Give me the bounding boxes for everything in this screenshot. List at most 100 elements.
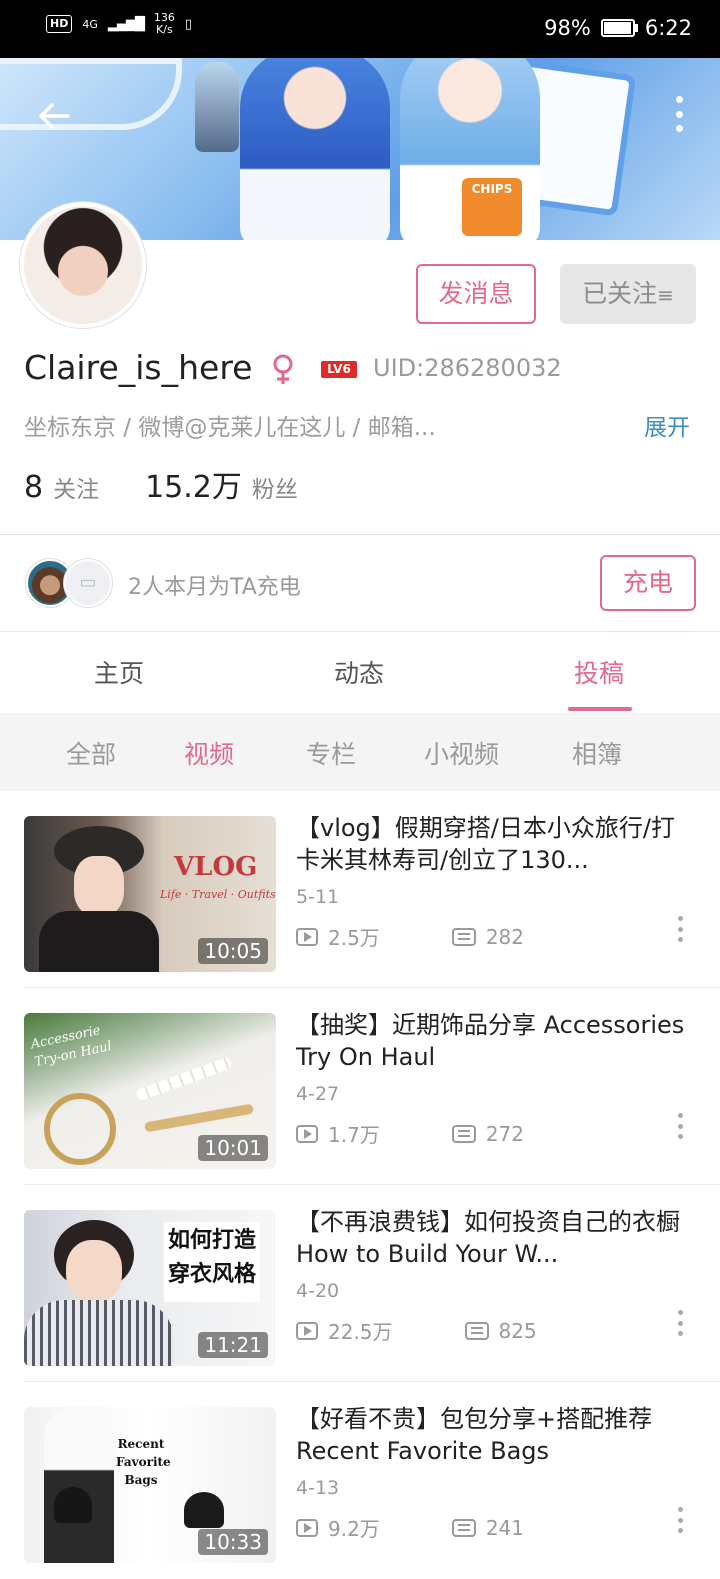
banner-figure — [195, 62, 239, 152]
active-tab-indicator — [568, 707, 632, 711]
divider — [24, 1381, 720, 1382]
followed-button[interactable]: 已关注≡ — [560, 264, 696, 324]
more-options-icon[interactable] — [676, 1113, 684, 1139]
network-type: 4G — [82, 17, 98, 31]
subtab-all[interactable]: 全部 — [66, 735, 116, 771]
banner-chips: CHIPS — [462, 178, 522, 236]
video-thumbnail[interactable]: Accessorie Try-on Haul 10:01 — [24, 1013, 276, 1169]
bilibili-tv-icon[interactable]: ▭ — [64, 559, 112, 607]
followers-label[interactable]: 粉丝 — [252, 470, 298, 504]
danmaku-count: 272 — [485, 1121, 524, 1146]
play-count-icon — [296, 1124, 318, 1143]
danmaku-icon — [451, 927, 476, 946]
battery-icon — [600, 19, 638, 37]
bio: 坐标东京 / 微博@克莱儿在这儿 / 邮箱... — [24, 415, 436, 441]
banner-decoration — [0, 58, 182, 130]
follow-stats: 8 关注 15.2万 粉丝 — [24, 462, 344, 506]
expand-bio-link[interactable]: 展开 — [644, 408, 690, 442]
charge-text[interactable]: 2人本月为TA充电 — [128, 569, 301, 601]
more-options-icon[interactable] — [676, 1507, 684, 1533]
subtab-short-video[interactable]: 小视频 — [424, 735, 499, 771]
view-count: 9.2万 — [328, 1517, 380, 1541]
tab-submissions[interactable]: 投稿 — [574, 654, 624, 690]
back-arrow-icon[interactable] — [34, 96, 78, 136]
send-message-button[interactable]: 发消息 — [416, 264, 536, 324]
subtab-video[interactable]: 视频 — [184, 735, 234, 771]
video-meta: 9.2万 241 — [296, 1513, 524, 1542]
net-speed: 136 K/s — [154, 12, 175, 36]
status-left: HD 4G ▂▄▆█ 136 K/s ▯ — [46, 12, 192, 36]
danmaku-count: 825 — [498, 1318, 537, 1343]
status-bar: HD 4G ▂▄▆█ 136 K/s ▯ 98% 6:22 — [0, 0, 720, 58]
video-date: 4-27 — [296, 1083, 340, 1105]
danmaku-icon — [464, 1321, 489, 1340]
thumb-text: 如何打造穿衣风格 — [168, 1228, 257, 1287]
vibrate-icon: ▯ — [184, 16, 193, 32]
thumb-text: Accessorie Try-on Haul — [29, 1022, 114, 1071]
video-item[interactable]: Recent Favorite Bags 10:33 【好看不贵】包包分享+搭配… — [0, 1383, 720, 1579]
video-date: 5-11 — [296, 886, 340, 908]
video-title[interactable]: 【不再浪费钱】如何投资自己的衣橱 How to Build Your W... — [296, 1206, 696, 1270]
uid: UID:286280032 — [373, 354, 562, 382]
more-options-icon[interactable] — [676, 1310, 684, 1336]
thumb-text: VLOG — [174, 852, 258, 882]
play-count-icon — [296, 1518, 318, 1537]
video-item[interactable]: 如何打造穿衣风格 11:21 【不再浪费钱】如何投资自己的衣橱 How to B… — [0, 1186, 720, 1382]
video-duration: 10:01 — [198, 1135, 268, 1161]
tab-home[interactable]: 主页 — [94, 654, 144, 690]
charge-button[interactable]: 充电 — [600, 555, 696, 611]
video-thumbnail[interactable]: 如何打造穿衣风格 11:21 — [24, 1210, 276, 1366]
more-vertical-icon[interactable] — [674, 96, 684, 132]
menu-icon: ≡ — [657, 283, 674, 307]
video-thumbnail[interactable]: VLOG Life · Travel · Outfits 10:05 — [24, 816, 276, 972]
battery-fill — [603, 22, 632, 34]
profile-tabs: 主页 动态 投稿 — [0, 632, 720, 712]
danmaku-count: 282 — [485, 924, 524, 949]
view-count: 1.7万 — [328, 1123, 380, 1147]
divider — [24, 987, 720, 988]
submission-subtabs: 全部 视频 专栏 小视频 相簿 — [0, 713, 720, 791]
video-duration: 10:05 — [198, 938, 268, 964]
play-count-icon — [296, 927, 318, 946]
video-duration: 10:33 — [198, 1529, 268, 1555]
clock: 6:22 — [644, 16, 692, 40]
view-count: 2.5万 — [328, 926, 380, 950]
danmaku-icon — [451, 1518, 476, 1537]
status-right: 98% 6:22 — [544, 16, 692, 40]
charge-row: ▭ 2人本月为TA充电 充电 — [0, 535, 720, 631]
followers-count[interactable]: 15.2万 — [145, 462, 242, 506]
video-date: 4-20 — [296, 1280, 340, 1302]
video-thumbnail[interactable]: Recent Favorite Bags 10:33 — [24, 1407, 276, 1563]
video-title[interactable]: 【好看不贵】包包分享+搭配推荐 Recent Favorite Bags — [296, 1403, 696, 1467]
hd-badge: HD — [46, 15, 73, 33]
net-speed-unit: K/s — [156, 23, 173, 36]
play-count-icon — [296, 1321, 318, 1340]
subtab-album[interactable]: 相簿 — [572, 735, 622, 771]
video-duration: 11:21 — [198, 1332, 268, 1358]
video-meta: 22.5万 825 — [296, 1316, 537, 1345]
more-options-icon[interactable] — [676, 916, 684, 942]
view-count: 22.5万 — [328, 1320, 393, 1344]
danmaku-count: 241 — [485, 1515, 524, 1540]
avatar[interactable] — [20, 202, 146, 328]
username: Claire_is_here — [24, 348, 253, 387]
banner-character-left — [240, 58, 390, 240]
video-item[interactable]: VLOG Life · Travel · Outfits 10:05 【vlog… — [0, 792, 720, 988]
divider — [24, 1184, 720, 1185]
video-date: 4-13 — [296, 1477, 340, 1499]
followed-label: 已关注 — [582, 279, 658, 308]
following-count[interactable]: 8 — [24, 470, 43, 505]
tab-dynamics[interactable]: 动态 — [334, 654, 384, 690]
video-item[interactable]: Accessorie Try-on Haul 10:01 【抽奖】近期饰品分享 … — [0, 989, 720, 1185]
video-title[interactable]: 【抽奖】近期饰品分享 Accessories Try On Haul — [296, 1009, 696, 1073]
thumb-text: Recent Favorite Bags — [116, 1437, 171, 1487]
video-title[interactable]: 【vlog】假期穿搭/日本小众旅行/打卡米其林寿司/创立了130... — [296, 812, 696, 876]
female-icon — [268, 352, 298, 386]
battery-percent: 98% — [544, 16, 591, 40]
subtab-column[interactable]: 专栏 — [306, 735, 356, 771]
signal-icon: ▂▄▆█ — [107, 16, 145, 32]
level-badge: LV6 — [321, 361, 357, 378]
video-meta: 2.5万 282 — [296, 922, 524, 951]
following-label[interactable]: 关注 — [53, 470, 99, 504]
video-meta: 1.7万 272 — [296, 1119, 524, 1148]
